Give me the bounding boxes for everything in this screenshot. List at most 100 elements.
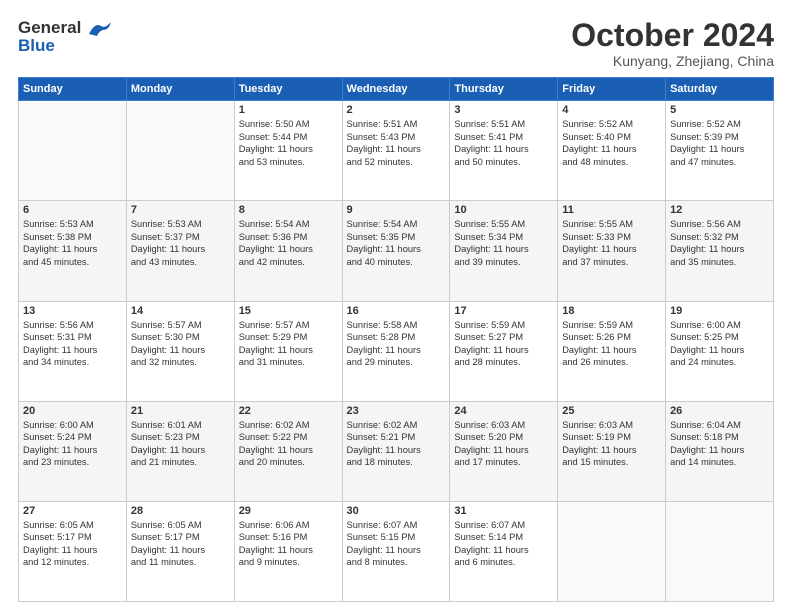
day-number: 16: [347, 305, 446, 317]
weekday-header-wednesday: Wednesday: [342, 78, 450, 101]
title-area: October 2024 Kunyang, Zhejiang, China: [571, 18, 774, 69]
calendar-cell: 12Sunrise: 5:56 AMSunset: 5:32 PMDayligh…: [666, 201, 774, 301]
logo: General Blue: [18, 18, 113, 56]
day-number: 9: [347, 204, 446, 216]
weekday-header-sunday: Sunday: [19, 78, 127, 101]
cell-info: Sunrise: 5:52 AMSunset: 5:39 PMDaylight:…: [670, 118, 769, 168]
day-number: 2: [347, 104, 446, 116]
day-number: 27: [23, 505, 122, 517]
cell-info: Sunrise: 5:56 AMSunset: 5:31 PMDaylight:…: [23, 319, 122, 369]
month-title: October 2024: [571, 18, 774, 53]
calendar-cell: 30 Sunrise: 6:07 AMSunset: 5:15 PMDayligh…: [342, 501, 450, 601]
logo-general: General: [18, 18, 81, 37]
calendar-cell: [666, 501, 774, 601]
day-number: 8: [239, 204, 338, 216]
cell-info: Sunrise: 6:01 AMSunset: 5:23 PMDaylight:…: [131, 419, 230, 469]
cell-info: Sunrise: 6:03 AMSunset: 5:20 PMDaylight:…: [454, 419, 553, 469]
cell-info: Sunrise: 6:03 AMSunset: 5:19 PMDaylight:…: [562, 419, 661, 469]
calendar-cell: 16 Sunrise: 5:58 AMSunset: 5:28 PMDayligh…: [342, 301, 450, 401]
logo-text: General Blue: [18, 18, 113, 56]
calendar-cell: 29Sunrise: 6:06 AMSunset: 5:16 PMDayligh…: [234, 501, 342, 601]
cell-info: Sunrise: 5:53 AMSunset: 5:37 PMDaylight:…: [131, 218, 230, 268]
calendar-cell: 7 Sunrise: 5:53 AMSunset: 5:37 PMDaylight…: [126, 201, 234, 301]
calendar-week-row: 20 Sunrise: 6:00 AMSunset: 5:24 PMDayligh…: [19, 401, 774, 501]
weekday-header-thursday: Thursday: [450, 78, 558, 101]
day-number: 17: [454, 305, 553, 317]
day-number: 22: [239, 405, 338, 417]
calendar-cell: 27Sunrise: 6:05 AMSunset: 5:17 PMDayligh…: [19, 501, 127, 601]
cell-info: Sunrise: 5:54 AMSunset: 5:36 PMDaylight:…: [239, 218, 338, 268]
calendar-cell: 13 Sunrise: 5:56 AMSunset: 5:31 PMDayligh…: [19, 301, 127, 401]
calendar-cell: 5Sunrise: 5:52 AMSunset: 5:39 PMDaylight…: [666, 101, 774, 201]
calendar-week-row: 13 Sunrise: 5:56 AMSunset: 5:31 PMDayligh…: [19, 301, 774, 401]
cell-info: Sunrise: 6:00 AMSunset: 5:24 PMDaylight:…: [23, 419, 122, 469]
cell-info: Sunrise: 5:57 AMSunset: 5:29 PMDaylight:…: [239, 319, 338, 369]
day-number: 19: [670, 305, 769, 317]
cell-info: Sunrise: 6:05 AMSunset: 5:17 PMDaylight:…: [131, 519, 230, 569]
cell-info: Sunrise: 6:06 AMSunset: 5:16 PMDaylight:…: [239, 519, 338, 569]
weekday-header-friday: Friday: [558, 78, 666, 101]
calendar-cell: 2 Sunrise: 5:51 AMSunset: 5:43 PMDaylight…: [342, 101, 450, 201]
cell-info: Sunrise: 5:55 AMSunset: 5:34 PMDaylight:…: [454, 218, 553, 268]
weekday-header-row: SundayMondayTuesdayWednesdayThursdayFrid…: [19, 78, 774, 101]
day-number: 26: [670, 405, 769, 417]
calendar-cell: 26Sunrise: 6:04 AMSunset: 5:18 PMDayligh…: [666, 401, 774, 501]
calendar-cell: 9Sunrise: 5:54 AMSunset: 5:35 PMDaylight…: [342, 201, 450, 301]
day-number: 15: [239, 305, 338, 317]
day-number: 21: [131, 405, 230, 417]
cell-info: Sunrise: 5:57 AMSunset: 5:30 PMDaylight:…: [131, 319, 230, 369]
cell-info: Sunrise: 5:51 AMSunset: 5:41 PMDaylight:…: [454, 118, 553, 168]
day-number: 14: [131, 305, 230, 317]
day-number: 30: [347, 505, 446, 517]
cell-info: Sunrise: 6:07 AMSunset: 5:14 PMDaylight:…: [454, 519, 553, 569]
cell-info: Sunrise: 5:53 AMSunset: 5:38 PMDaylight:…: [23, 218, 122, 268]
day-number: 20: [23, 405, 122, 417]
calendar-table: SundayMondayTuesdayWednesdayThursdayFrid…: [18, 77, 774, 602]
calendar-cell: [19, 101, 127, 201]
calendar-cell: [558, 501, 666, 601]
calendar-cell: 14 Sunrise: 5:57 AMSunset: 5:30 PMDayligh…: [126, 301, 234, 401]
page: General Blue October 2024 Kunyang, Zheji…: [0, 0, 792, 612]
cell-info: Sunrise: 6:02 AMSunset: 5:22 PMDaylight:…: [239, 419, 338, 469]
calendar-cell: 10 Sunrise: 5:55 AMSunset: 5:34 PMDayligh…: [450, 201, 558, 301]
calendar-cell: 4Sunrise: 5:52 AMSunset: 5:40 PMDaylight…: [558, 101, 666, 201]
calendar-cell: 6 Sunrise: 5:53 AMSunset: 5:38 PMDaylight…: [19, 201, 127, 301]
calendar-cell: 23Sunrise: 6:02 AMSunset: 5:21 PMDayligh…: [342, 401, 450, 501]
calendar-cell: 8 Sunrise: 5:54 AMSunset: 5:36 PMDaylight…: [234, 201, 342, 301]
calendar-cell: 22 Sunrise: 6:02 AMSunset: 5:22 PMDayligh…: [234, 401, 342, 501]
day-number: 7: [131, 204, 230, 216]
cell-info: Sunrise: 6:02 AMSunset: 5:21 PMDaylight:…: [347, 419, 446, 469]
calendar-cell: 25 Sunrise: 6:03 AMSunset: 5:19 PMDayligh…: [558, 401, 666, 501]
calendar-cell: 1 Sunrise: 5:50 AMSunset: 5:44 PMDaylight…: [234, 101, 342, 201]
day-number: 6: [23, 204, 122, 216]
calendar-cell: 21 Sunrise: 6:01 AMSunset: 5:23 PMDayligh…: [126, 401, 234, 501]
cell-info: Sunrise: 5:55 AMSunset: 5:33 PMDaylight:…: [562, 218, 661, 268]
calendar-week-row: 27 Sunrise: 6:05 AMSunset: 5:17 PMDayligh…: [19, 501, 774, 601]
weekday-header-monday: Monday: [126, 78, 234, 101]
cell-info: Sunrise: 6:07 AMSunset: 5:15 PMDaylight:…: [347, 519, 446, 569]
calendar-cell: 31Sunrise: 6:07 AMSunset: 5:14 PMDayligh…: [450, 501, 558, 601]
cell-info: Sunrise: 5:59 AMSunset: 5:26 PMDaylight:…: [562, 319, 661, 369]
weekday-header-tuesday: Tuesday: [234, 78, 342, 101]
day-number: 28: [131, 505, 230, 517]
calendar-cell: 17Sunrise: 5:59 AMSunset: 5:27 PMDayligh…: [450, 301, 558, 401]
day-number: 25: [562, 405, 661, 417]
cell-info: Sunrise: 5:51 AMSunset: 5:43 PMDaylight:…: [347, 118, 446, 168]
cell-info: Sunrise: 5:50 AMSunset: 5:44 PMDaylight:…: [239, 118, 338, 168]
day-number: 24: [454, 405, 553, 417]
day-number: 11: [562, 204, 661, 216]
calendar-cell: 3 Sunrise: 5:51 AMSunset: 5:41 PMDaylight…: [450, 101, 558, 201]
day-number: 3: [454, 104, 553, 116]
day-number: 13: [23, 305, 122, 317]
day-number: 10: [454, 204, 553, 216]
calendar-cell: 19Sunrise: 6:00 AMSunset: 5:25 PMDayligh…: [666, 301, 774, 401]
calendar-cell: [126, 101, 234, 201]
day-number: 4: [562, 104, 661, 116]
calendar-cell: 15 Sunrise: 5:57 AMSunset: 5:29 PMDayligh…: [234, 301, 342, 401]
day-number: 1: [239, 104, 338, 116]
location-subtitle: Kunyang, Zhejiang, China: [571, 53, 774, 69]
cell-info: Sunrise: 5:58 AMSunset: 5:28 PMDaylight:…: [347, 319, 446, 369]
calendar-cell: 20 Sunrise: 6:00 AMSunset: 5:24 PMDayligh…: [19, 401, 127, 501]
cell-info: Sunrise: 5:56 AMSunset: 5:32 PMDaylight:…: [670, 218, 769, 268]
header: General Blue October 2024 Kunyang, Zheji…: [18, 18, 774, 69]
